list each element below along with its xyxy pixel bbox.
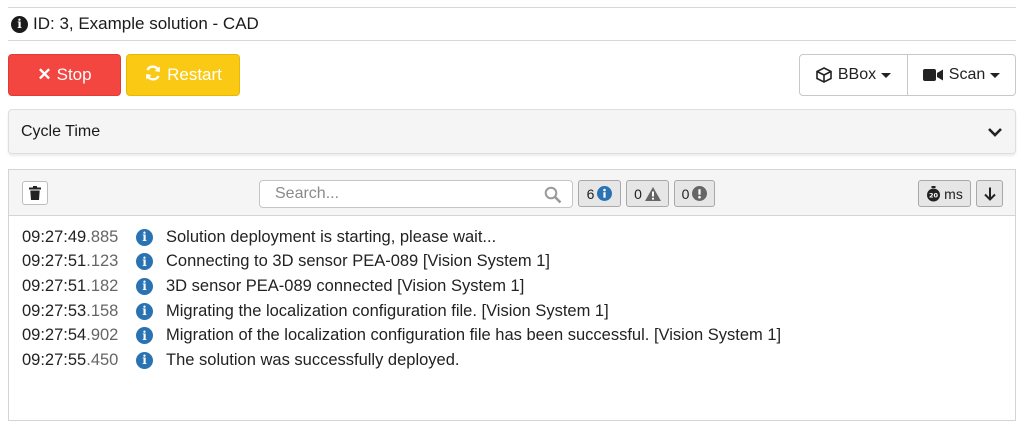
- log-list: 09:27:49.885 i Solution deployment is st…: [9, 216, 1015, 373]
- caret-down-icon: [990, 72, 1001, 78]
- video-camera-icon: [922, 68, 943, 82]
- log-message: The solution was successfully deployed.: [166, 350, 460, 369]
- log-search-box: [259, 180, 573, 208]
- close-icon: ✕: [37, 65, 52, 84]
- info-circle-icon: i: [136, 277, 153, 295]
- log-timestamp: 09:27:51.182: [22, 276, 119, 295]
- warning-triangle-icon: [644, 186, 661, 201]
- log-timestamp: 09:27:53.158: [22, 301, 119, 320]
- scroll-to-bottom-button[interactable]: [976, 180, 1003, 207]
- log-message: 3D sensor PEA-089 connected [Vision Syst…: [166, 276, 525, 295]
- log-message: Solution deployment is starting, please …: [166, 227, 497, 246]
- cycle-time-title: Cycle Time: [21, 122, 101, 140]
- time-unit-label: ms: [944, 185, 963, 202]
- stop-button-label: Stop: [56, 65, 92, 84]
- log-search-input[interactable]: [260, 181, 530, 207]
- restart-button-label: Restart: [167, 65, 222, 84]
- stop-button[interactable]: ✕ Stop: [8, 54, 121, 96]
- bbox-label: BBox: [837, 66, 877, 83]
- log-entry: 09:27:54.902 i Migration of the localiza…: [9, 323, 1015, 348]
- log-timestamp: 09:27:54.902: [22, 326, 119, 345]
- search-icon[interactable]: [544, 186, 562, 204]
- log-entry: 09:27:55.450 i The solution was successf…: [9, 348, 1015, 373]
- log-entry: 09:27:49.885 i Solution deployment is st…: [9, 225, 1015, 250]
- error-circle-icon: [692, 186, 708, 201]
- info-circle-icon: i: [136, 253, 153, 271]
- trash-icon: [29, 186, 41, 200]
- refresh-icon: [144, 64, 162, 87]
- log-entry: 09:27:51.182 i 3D sensor PEA-089 connect…: [9, 274, 1015, 299]
- info-filter-badge[interactable]: 6: [578, 180, 621, 207]
- caret-down-icon: [881, 72, 892, 78]
- restart-button[interactable]: Restart: [126, 54, 240, 96]
- error-count: 0: [681, 185, 690, 202]
- info-circle-icon: i: [136, 327, 153, 345]
- log-entry: 09:27:51.123 i Connecting to 3D sensor P…: [9, 250, 1015, 275]
- info-circle-icon: i: [136, 228, 153, 246]
- info-circle-icon: i: [136, 351, 153, 369]
- log-entry: 09:27:53.158 i Migrating the localizatio…: [9, 299, 1015, 324]
- cycle-time-panel[interactable]: Cycle Time: [8, 109, 1016, 154]
- log-timestamp: 09:27:55.450: [22, 350, 119, 369]
- log-toolbar: 6 0 0: [9, 170, 1015, 216]
- info-count: 6: [586, 185, 595, 202]
- log-message: Migrating the localization configuration…: [166, 301, 609, 320]
- chevron-down-icon[interactable]: [987, 126, 1003, 138]
- log-panel: 6 0 0: [8, 169, 1016, 421]
- warning-count: 0: [634, 185, 642, 202]
- svg-text:20: 20: [929, 191, 939, 199]
- cube-icon: [816, 67, 832, 83]
- scan-label: Scan: [948, 66, 986, 83]
- info-circle-icon: i: [11, 15, 28, 33]
- log-timestamp: 09:27:51.123: [22, 252, 119, 271]
- solution-title-bar: i ID: 3, Example solution - CAD: [8, 7, 1016, 41]
- time-format-toggle[interactable]: 20 ms: [918, 180, 971, 207]
- log-message: Connecting to 3D sensor PEA-089 [Vision …: [166, 252, 550, 271]
- warning-filter-badge[interactable]: 0: [626, 180, 669, 207]
- stopwatch-icon: 20: [926, 185, 941, 202]
- clear-log-button[interactable]: [22, 181, 48, 205]
- bbox-dropdown[interactable]: BBox: [800, 55, 908, 95]
- view-options-group: BBox Scan: [799, 54, 1016, 96]
- log-message: Migration of the localization configurat…: [166, 326, 782, 345]
- log-timestamp: 09:27:49.885: [22, 227, 119, 246]
- error-filter-badge[interactable]: 0: [674, 180, 715, 207]
- info-circle-icon: i: [136, 302, 153, 320]
- page-title: ID: 3, Example solution - CAD: [33, 14, 259, 33]
- scan-dropdown[interactable]: Scan: [908, 55, 1015, 95]
- arrow-down-icon: [983, 187, 996, 201]
- info-circle-icon: [597, 186, 613, 201]
